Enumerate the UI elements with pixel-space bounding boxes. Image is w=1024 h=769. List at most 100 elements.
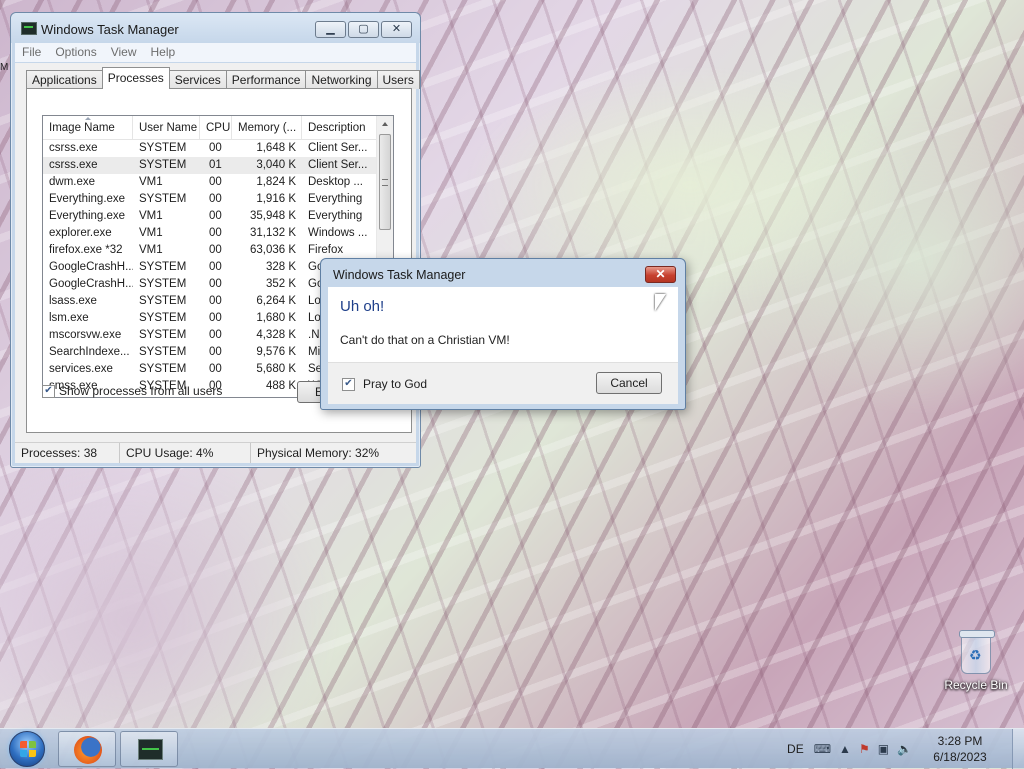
maximize-button[interactable]: ▢ <box>348 21 379 38</box>
cell-cpu-value: 00 <box>209 363 222 375</box>
close-button[interactable]: ✕ <box>381 21 412 38</box>
cell-cpu-value: 01 <box>209 159 222 171</box>
network-icon[interactable]: ▣ <box>878 742 889 756</box>
maximize-icon: ▢ <box>358 23 369 35</box>
cell-image-name: Everything.exe <box>49 193 126 205</box>
tab-performance[interactable]: Performance <box>225 70 307 89</box>
menu-options[interactable]: Options <box>48 43 103 62</box>
pray-checkbox[interactable]: ✔ <box>342 377 355 391</box>
column-description[interactable]: Description <box>302 116 378 140</box>
table-row[interactable]: csrss.exe SYSTEM 01 3,040 K Client Ser... <box>43 157 393 174</box>
recycle-bin[interactable]: Recycle Bin <box>944 630 1008 692</box>
cell-user-name: SYSTEM <box>139 329 187 341</box>
table-row[interactable]: Everything.exe VM1 00 35,948 K Everything <box>43 208 393 225</box>
tab-users[interactable]: Users <box>376 70 420 89</box>
pray-checkbox-row[interactable]: ✔ Pray to God <box>342 377 427 391</box>
dialog-content: Uh oh! Can't do that on a Christian VM! <box>328 287 678 362</box>
cell-image-name: GoogleCrashH... <box>49 278 133 290</box>
cell-memory: 4,328 K <box>256 329 296 341</box>
table-row[interactable]: firefox.exe *32 VM1 00 63,036 K Firefox <box>43 242 393 259</box>
cell-description: Everything <box>308 193 363 205</box>
show-desktop-button[interactable] <box>1012 729 1024 769</box>
cell-cpu-value: 00 <box>209 142 222 154</box>
taskbar: DE ⌨ ▲ ⚑ ▣ 🔈 3:28 PM 6/18/2023 <box>0 728 1024 769</box>
taskbar-firefox[interactable] <box>58 731 116 767</box>
minimize-icon: ▁ <box>326 23 335 35</box>
cell-cpu-value: 00 <box>209 210 222 222</box>
mouse-cursor-icon <box>655 294 666 311</box>
scroll-up-icon[interactable] <box>382 122 388 126</box>
cell-cpu: 00 <box>200 191 232 208</box>
show-all-processes[interactable]: ✔ Show processes from all users <box>42 384 222 398</box>
cell-memory: 63,036 K <box>249 244 296 256</box>
cell-image-name: mscorsvw.exe <box>49 329 122 341</box>
status-cpu-usage: CPU Usage: 4% <box>120 443 251 463</box>
checkmark-icon: ✔ <box>44 385 53 396</box>
cell-description: Client Ser... <box>308 159 368 171</box>
scroll-thumb[interactable] <box>379 134 391 230</box>
cell-memory: 6,264 K <box>256 295 296 307</box>
column-memory[interactable]: Memory (... <box>232 116 302 140</box>
table-row[interactable]: dwm.exe VM1 00 1,824 K Desktop ... <box>43 174 393 191</box>
cell-cpu: 01 <box>200 157 232 174</box>
cell-cpu-value: 00 <box>209 244 222 256</box>
keyboard-icon[interactable]: ⌨ <box>814 742 831 756</box>
clock[interactable]: 3:28 PM 6/18/2023 <box>922 733 998 765</box>
clock-time: 3:28 PM <box>937 734 983 748</box>
tab-strip: Applications Processes Services Performa… <box>26 67 420 89</box>
cell-user-name: SYSTEM <box>139 346 187 358</box>
cancel-button[interactable]: Cancel <box>596 372 662 394</box>
tab-processes[interactable]: Processes <box>101 67 170 89</box>
tab-networking[interactable]: Networking <box>305 70 378 89</box>
title-bar[interactable]: Windows Task Manager ▁ ▢ ✕ <box>11 13 420 43</box>
cell-memory: 488 K <box>265 380 296 392</box>
cell-image-name: csrss.exe <box>49 142 98 154</box>
taskbar-task-manager[interactable] <box>120 731 178 767</box>
volume-icon[interactable]: 🔈 <box>897 742 912 756</box>
cell-memory: 1,648 K <box>256 142 296 154</box>
window-title: Windows Task Manager <box>41 22 179 37</box>
recycle-bin-label: Recycle Bin <box>944 678 1008 692</box>
start-button[interactable] <box>9 731 45 767</box>
column-image-name[interactable]: Image Name <box>43 116 133 140</box>
tab-applications[interactable]: Applications <box>26 70 103 89</box>
table-row[interactable]: Everything.exe SYSTEM 00 1,916 K Everything <box>43 191 393 208</box>
cell-cpu-value: 00 <box>209 295 222 307</box>
status-physical-memory: Physical Memory: 32% <box>257 446 380 460</box>
cell-user-name: SYSTEM <box>139 363 187 375</box>
cell-user-name: SYSTEM <box>139 312 187 324</box>
table-row[interactable]: csrss.exe SYSTEM 00 1,648 K Client Ser... <box>43 140 393 157</box>
cell-image-name: explorer.exe <box>49 227 112 239</box>
menu-help[interactable]: Help <box>144 43 183 62</box>
show-all-checkbox[interactable]: ✔ <box>42 384 55 398</box>
action-center-icon[interactable]: ⚑ <box>859 742 870 756</box>
dialog-message: Can't do that on a Christian VM! <box>340 333 510 347</box>
cell-cpu-value: 00 <box>209 329 222 341</box>
process-list-header: Image Name User Name CPU Memory (... Des… <box>43 116 393 140</box>
desktop-partial-label: M <box>0 62 9 73</box>
cell-user-name: SYSTEM <box>139 159 187 171</box>
checkmark-icon: ✔ <box>344 378 353 389</box>
dialog-close-button[interactable]: ✕ <box>645 266 676 283</box>
table-row[interactable]: explorer.exe VM1 00 31,132 K Windows ... <box>43 225 393 242</box>
status-processes: Processes: 38 <box>15 443 120 463</box>
cell-cpu: 00 <box>200 174 232 191</box>
cell-description: Everything <box>308 210 363 222</box>
cell-cpu: 00 <box>200 225 232 242</box>
menu-file[interactable]: File <box>15 43 48 62</box>
cell-cpu-value: 00 <box>209 261 222 273</box>
show-hidden-icons-icon[interactable]: ▲ <box>839 742 851 756</box>
sort-ascending-icon <box>85 117 91 120</box>
tab-services[interactable]: Services <box>168 70 227 89</box>
cell-user-name: SYSTEM <box>139 278 187 290</box>
cell-image-name: csrss.exe <box>49 159 98 171</box>
column-user-name[interactable]: User Name <box>133 116 200 140</box>
column-cpu[interactable]: CPU <box>200 116 232 140</box>
cell-cpu: 00 <box>200 344 232 361</box>
language-indicator[interactable]: DE <box>787 742 804 756</box>
cell-description: Firefox <box>308 244 344 256</box>
cell-cpu: 00 <box>200 310 232 327</box>
close-icon: ✕ <box>655 267 666 281</box>
menu-view[interactable]: View <box>104 43 144 62</box>
minimize-button[interactable]: ▁ <box>315 21 346 38</box>
